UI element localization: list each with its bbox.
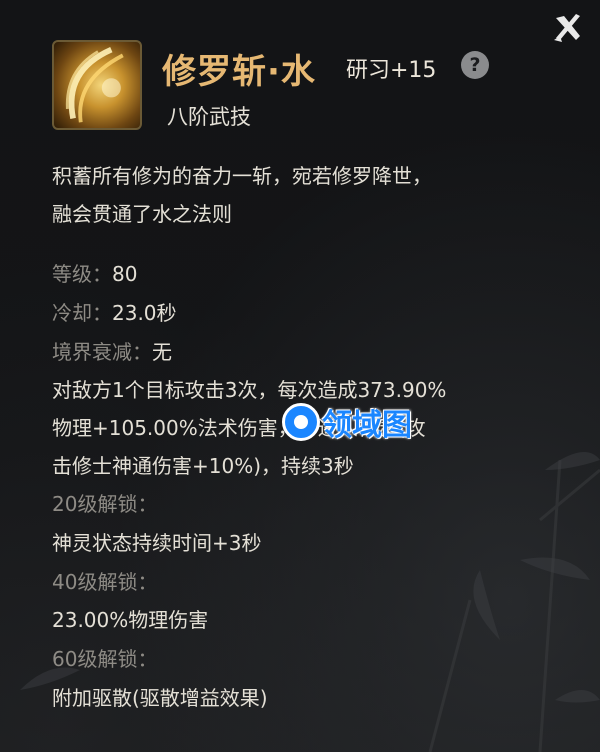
cooldown-label: 冷却：: [52, 301, 112, 325]
skill-icon: [52, 40, 142, 130]
cooldown-row: 冷却：23.0秒: [52, 297, 177, 326]
skill-name: 修罗斩·水: [162, 52, 316, 92]
realm-decay-label: 境界衰减：: [52, 340, 152, 364]
unlock-20-text: 神灵状态持续时间+3秒: [52, 531, 262, 555]
study-level: 研习+15: [346, 58, 437, 83]
skill-description-line-1: 积蓄所有修为的奋力一斩，宛若修罗降世，: [52, 164, 432, 188]
realm-decay-row: 境界衰减：无: [52, 336, 172, 365]
unlock-20-label: 20级解锁：: [52, 492, 158, 516]
effect-line-1: 对敌方1个目标攻击3次，每次造成373.90%: [52, 378, 447, 402]
realm-decay-value: 无: [152, 340, 172, 364]
skill-tier: 八阶武技: [167, 105, 251, 129]
watermark: 领域图: [282, 400, 412, 444]
unlock-40-label: 40级解锁：: [52, 570, 158, 594]
watermark-logo-icon: [282, 403, 320, 441]
unlock-60-text: 附加驱散(驱散增益效果): [52, 686, 268, 710]
watermark-text: 领域图: [322, 408, 412, 443]
unlock-60-label: 60级解锁：: [52, 647, 158, 671]
level-value: 80: [112, 262, 138, 286]
skill-description-line-2: 融会贯通了水之法则: [52, 202, 232, 226]
level-label: 等级：: [52, 262, 112, 286]
close-x-icon: [554, 14, 580, 42]
close-button[interactable]: [550, 10, 586, 46]
level-row: 等级：80: [52, 258, 137, 287]
question-icon[interactable]: ?: [461, 51, 489, 79]
cooldown-value: 23.0秒: [112, 301, 177, 325]
effect-line-3: 击修士神通伤害+10%)，持续3秒: [52, 454, 354, 478]
unlock-40-text: 23.00%物理伤害: [52, 608, 209, 632]
golden-slash-icon: [65, 47, 124, 123]
skill-tooltip-panel: 修罗斩·水 研习+15 ? 八阶武技 积蓄所有修为的奋力一斩，宛若修罗降世， 融…: [0, 0, 600, 752]
